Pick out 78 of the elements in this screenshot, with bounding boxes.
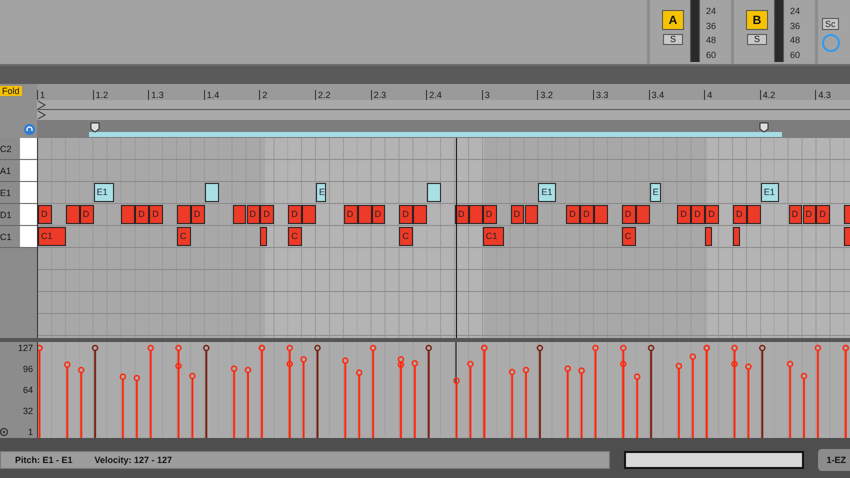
midi-note[interactable]: C — [622, 227, 636, 246]
fold-button[interactable]: Fold — [0, 86, 22, 96]
midi-note[interactable]: D — [260, 205, 274, 224]
pitch-info: Pitch: E1 - E1 — [15, 455, 73, 465]
midi-note[interactable]: C1 — [38, 227, 66, 246]
loop-brace[interactable] — [89, 122, 784, 138]
midi-note[interactable]: D — [135, 205, 150, 224]
midi-note[interactable]: E — [650, 183, 661, 202]
midi-note[interactable]: D — [733, 205, 747, 224]
play-icon[interactable] — [0, 428, 8, 436]
midi-note[interactable]: D — [190, 205, 205, 224]
midi-note[interactable]: D — [691, 205, 706, 224]
key-label: C2 — [0, 143, 13, 156]
meter-scale-label: 36 — [706, 20, 716, 31]
track-activator-button[interactable]: B — [746, 10, 768, 30]
midi-note[interactable] — [260, 227, 268, 246]
meter-scale-label: 48 — [790, 35, 800, 46]
midi-note[interactable]: C — [177, 227, 191, 246]
clip-overview[interactable] — [624, 451, 804, 469]
midi-note[interactable]: D — [705, 205, 720, 224]
midi-note[interactable]: D — [344, 205, 358, 224]
velocity-info: Velocity: 127 - 127 — [94, 455, 172, 465]
meter-scale-label: 24 — [790, 6, 800, 16]
arrow-icon — [37, 100, 46, 120]
midi-note[interactable]: D — [372, 205, 386, 224]
midi-note[interactable] — [66, 205, 80, 224]
midi-note[interactable]: D — [288, 205, 302, 224]
key-label: C1 — [0, 231, 13, 244]
midi-note[interactable] — [413, 205, 428, 224]
velocity-tick-label: 96 — [22, 364, 33, 374]
velocity-tick-label: 32 — [22, 406, 33, 416]
midi-note[interactable]: D — [455, 205, 469, 224]
midi-note[interactable]: D — [677, 205, 692, 224]
solo-button[interactable]: S — [747, 34, 767, 45]
velocity-tick-label: 64 — [22, 386, 33, 394]
meter-scale-label: 60 — [706, 50, 716, 60]
midi-note[interactable]: D — [580, 205, 594, 224]
meter-scale-label: 60 — [790, 50, 800, 60]
meter-scale-label: 36 — [790, 20, 800, 31]
track-tab[interactable]: 1-EZ — [818, 449, 850, 471]
midi-note[interactable] — [705, 227, 712, 246]
key-label: E1 — [0, 187, 12, 200]
loop-lane[interactable] — [37, 100, 850, 110]
midi-note[interactable]: E1 — [94, 183, 114, 202]
midi-note[interactable]: E1 — [538, 183, 556, 202]
key-label: D1 — [0, 209, 13, 222]
midi-note[interactable]: D — [816, 205, 830, 224]
midi-note[interactable]: D — [246, 205, 260, 224]
midi-note[interactable]: D — [802, 205, 816, 224]
midi-note[interactable] — [427, 183, 442, 202]
midi-note[interactable]: D — [566, 205, 580, 224]
meter-scale-label: 48 — [706, 35, 716, 46]
midi-note[interactable] — [232, 205, 246, 224]
midi-note[interactable]: C — [288, 227, 302, 246]
velocity-tick-label: 127 — [18, 344, 33, 352]
midi-note[interactable] — [204, 183, 219, 202]
midi-note[interactable]: D — [622, 205, 636, 224]
solo-button[interactable]: S — [663, 34, 683, 45]
level-meter — [690, 0, 700, 62]
meter-scale-label: 24 — [706, 6, 716, 16]
key-label: A1 — [0, 165, 12, 178]
midi-note[interactable]: C1 — [482, 227, 504, 246]
midi-note[interactable]: D — [80, 205, 94, 224]
midi-note[interactable]: D — [788, 205, 802, 224]
sends-button[interactable]: Sc — [822, 18, 839, 30]
midi-note[interactable]: D — [510, 205, 524, 224]
midi-note[interactable]: E1 — [760, 183, 779, 202]
midi-note[interactable]: D — [482, 205, 497, 224]
headphones-icon[interactable] — [24, 124, 35, 135]
midi-note[interactable]: C — [399, 227, 414, 246]
midi-note[interactable] — [524, 205, 538, 224]
midi-note[interactable]: E — [316, 183, 326, 202]
track-activator-button[interactable]: A — [662, 10, 684, 30]
midi-note[interactable]: D — [399, 205, 414, 224]
midi-note[interactable]: D — [38, 205, 52, 224]
velocity-tick-label: 1 — [28, 428, 33, 436]
level-meter — [774, 0, 784, 62]
midi-note[interactable]: D — [149, 205, 164, 224]
